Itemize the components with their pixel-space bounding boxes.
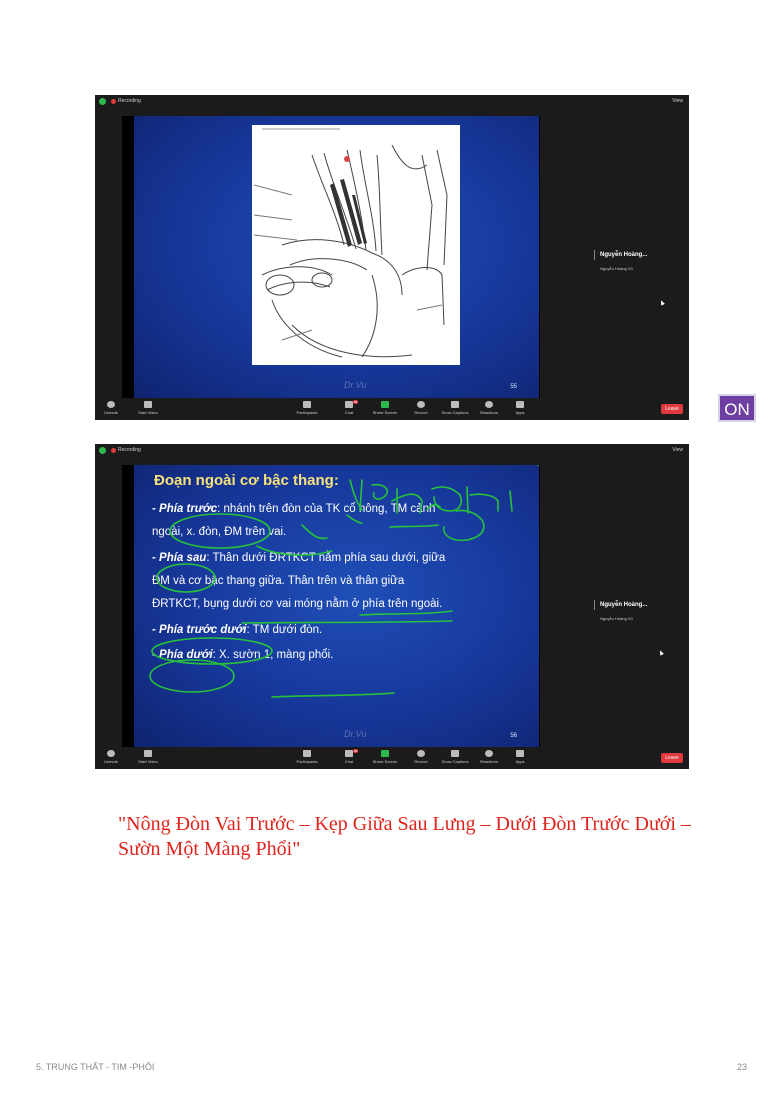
show-captions-label: Show Captions [441, 410, 469, 415]
captions-icon [451, 401, 459, 408]
mouse-cursor-icon [658, 649, 664, 656]
participants-button[interactable]: Participants [287, 401, 327, 415]
record-dot-icon [111, 99, 116, 104]
leave-button[interactable]: Leave [661, 753, 683, 763]
chat-button[interactable]: 99 Chat [329, 400, 369, 415]
slide-background: Dr.Vu 55 [134, 116, 539, 398]
show-captions-label: Show Captions [441, 759, 469, 764]
slide-watermark: Dr.Vu [344, 380, 367, 390]
recording-label: Recording [118, 98, 141, 104]
footer-section-title: 5. TRUNG THẤT - TIM -PHỔI [36, 1062, 155, 1072]
participants-label: Participants [296, 759, 318, 764]
apps-icon [516, 401, 524, 408]
handwritten-annotations [149, 465, 539, 698]
participant-tile[interactable]: Nguyễn Hoàng... Nguyễn Hoàng Vũ [594, 250, 648, 271]
captions-icon [451, 750, 459, 757]
unmute-button[interactable]: Unmute [91, 401, 131, 415]
share-screen-label: Share Screen [372, 410, 398, 415]
chat-label: Chat [344, 759, 354, 764]
share-screen-icon [381, 401, 389, 408]
participant-subname: Nguyễn Hoàng Vũ [600, 266, 633, 271]
apps-icon [516, 750, 524, 757]
mnemonic-text: "Nông Đòn Vai Trước – Kẹp Giữa Sau Lưng … [118, 813, 691, 860]
people-icon [303, 401, 311, 408]
participants-button[interactable]: Participants [287, 750, 327, 764]
zoom-screenshot-1: Recording View Dr.Vu 55 Nguyễn Hoàng... … [95, 95, 689, 420]
recording-label: Recording [118, 447, 141, 453]
apps-button[interactable]: Apps [500, 401, 540, 415]
chat-label: Chat [344, 410, 354, 415]
share-screen-icon [381, 750, 389, 757]
chat-button[interactable]: 99 Chat [329, 749, 369, 764]
camera-icon [144, 750, 152, 757]
shared-slide-2: Đoạn ngoài cơ bậc thang: - Phía trước: n… [122, 465, 540, 747]
microphone-icon [107, 750, 115, 757]
start-video-label: Start Video [138, 759, 158, 764]
chat-icon [345, 401, 353, 408]
people-icon [303, 750, 311, 757]
divider [594, 250, 595, 260]
participant-subname: Nguyễn Hoàng Vũ [600, 616, 633, 621]
reactions-icon [485, 401, 493, 408]
view-button[interactable]: View [672, 447, 683, 453]
zoom-topbar: Recording View [95, 444, 689, 458]
share-screen-button[interactable]: Share Screen [365, 750, 405, 764]
participant-tile[interactable]: Nguyễn Hoàng... Nguyễn Hoàng Vũ [594, 600, 648, 621]
chat-badge: 99 [353, 749, 359, 753]
view-button[interactable]: View [672, 98, 683, 104]
shared-slide-1: Dr.Vu 55 [122, 116, 540, 398]
unmute-button[interactable]: Unmute [91, 750, 131, 764]
participants-label: Participants [296, 410, 318, 415]
record-label: Record [414, 410, 428, 415]
participant-name: Nguyễn Hoàng... [600, 252, 648, 258]
record-icon [417, 750, 425, 757]
unmute-label: Unmute [103, 410, 118, 415]
participant-name: Nguyễn Hoàng... [600, 602, 648, 608]
chat-badge: 99 [353, 400, 359, 404]
shield-icon [99, 447, 106, 454]
chat-icon [345, 750, 353, 757]
leave-button[interactable]: Leave [661, 404, 683, 414]
on-badge: ON [718, 394, 756, 422]
footer-page-number: 23 [736, 1062, 747, 1072]
reactions-icon [485, 750, 493, 757]
record-dot-icon [111, 448, 116, 453]
apps-label: Apps [515, 410, 525, 415]
unmute-label: Unmute [103, 759, 118, 764]
zoom-screenshot-2: Recording View Đoạn ngoài cơ bậc thang: … [95, 444, 689, 769]
anatomy-diagram [252, 125, 460, 365]
start-video-button[interactable]: Start Video [128, 750, 168, 764]
share-screen-label: Share Screen [372, 759, 398, 764]
anatomy-drawing [253, 128, 448, 358]
mouse-cursor-icon [659, 299, 665, 306]
start-video-label: Start Video [138, 410, 158, 415]
reactions-label: Reactions [480, 759, 498, 764]
zoom-toolbar: Unmute Start Video Participants 99 Chat S… [95, 398, 689, 420]
shield-icon [99, 98, 106, 105]
start-video-button[interactable]: Start Video [128, 401, 168, 415]
record-label: Record [414, 759, 428, 764]
zoom-topbar: Recording View [95, 95, 689, 109]
apps-button[interactable]: Apps [500, 750, 540, 764]
divider [594, 600, 595, 610]
microphone-icon [107, 401, 115, 408]
slide-page-number: 55 [510, 384, 517, 390]
share-screen-button[interactable]: Share Screen [365, 401, 405, 415]
camera-icon [144, 401, 152, 408]
apps-label: Apps [515, 759, 525, 764]
zoom-toolbar: Unmute Start Video Participants 99 Chat S… [95, 747, 689, 769]
reactions-label: Reactions [480, 410, 498, 415]
record-icon [417, 401, 425, 408]
